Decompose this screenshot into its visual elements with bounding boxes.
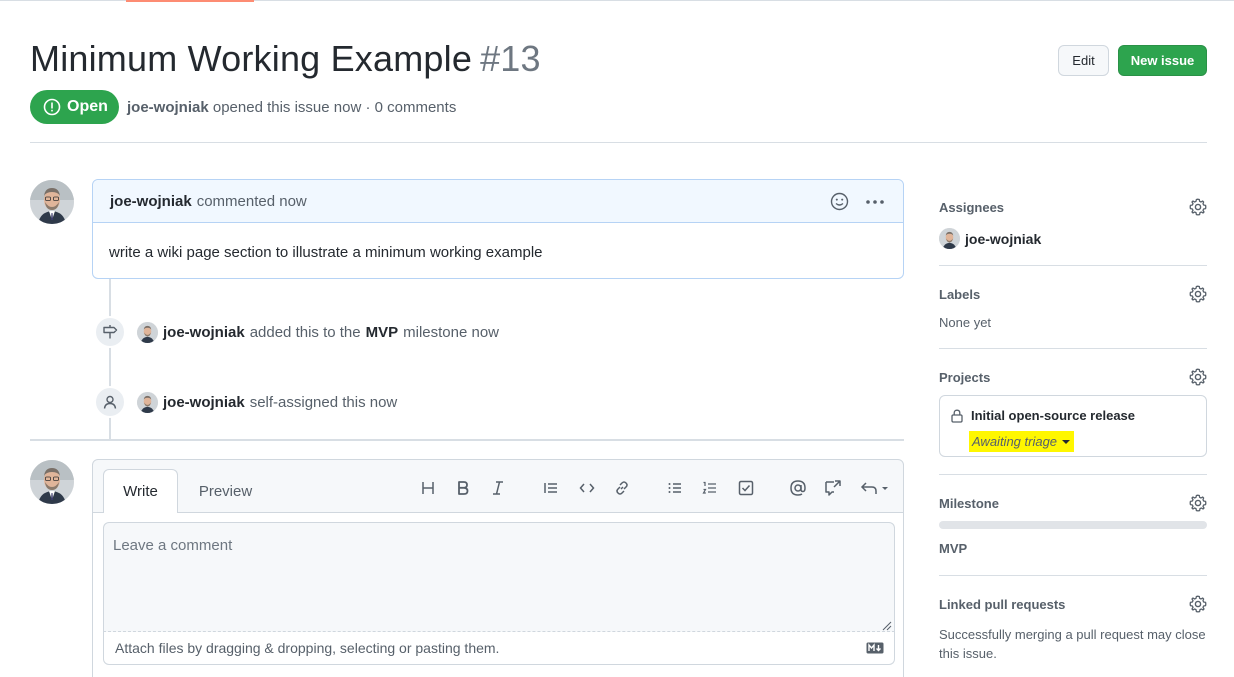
caret-down-icon <box>1062 439 1071 444</box>
header-divider <box>30 142 1207 143</box>
avatar[interactable] <box>30 460 74 504</box>
issue-meta-text: opened this issue now · 0 comments <box>212 99 457 116</box>
gear-icon[interactable] <box>1189 368 1207 386</box>
sidebar-projects: Projects <box>939 368 1207 386</box>
gear-icon[interactable] <box>1189 595 1207 613</box>
comment-body: write a wiki page section to illustrate … <box>109 244 543 261</box>
milestone-title: Milestone <box>939 496 999 511</box>
sidebar-labels: Labels None yet <box>939 285 1207 330</box>
labels-value: None yet <box>939 315 992 330</box>
linked-prs-text: Successfully merging a pull request may … <box>939 627 1206 661</box>
milestone-value-wrap: MVP <box>939 541 1207 556</box>
milestone-link[interactable]: MVP <box>366 324 399 341</box>
numbered-list-icon[interactable] <box>699 477 721 499</box>
timeline-text: self-assigned this now <box>249 394 398 411</box>
comment-time[interactable]: commented now <box>197 193 307 210</box>
mention-icon[interactable] <box>787 477 809 499</box>
attach-text: Attach files by dragging & dropping, sel… <box>115 640 500 656</box>
person-icon <box>103 395 117 409</box>
milestone-link[interactable]: MVP <box>939 541 1207 556</box>
avatar <box>939 228 960 249</box>
projects-title: Projects <box>939 370 991 385</box>
comment-actions <box>830 192 885 211</box>
user-avatar-image <box>137 392 158 413</box>
assignee-name: joe-wojniak <box>965 230 1042 247</box>
status-label: Open <box>67 98 108 115</box>
assignees-title: Assignees <box>939 200 1005 215</box>
code-icon[interactable] <box>576 477 598 499</box>
issue-title: Minimum Working Example #13 <box>30 38 541 80</box>
timeline-actor-link[interactable]: joe-wojniak <box>163 324 245 341</box>
timeline-item-milestone: joe-wojniak added this to the MVP milest… <box>137 322 499 343</box>
link-icon[interactable] <box>611 477 633 499</box>
gear-icon[interactable] <box>1189 198 1207 216</box>
project-card: Initial open-source release Awaiting tri… <box>939 395 1207 457</box>
quote-icon[interactable] <box>540 477 562 499</box>
project-name-text: Initial open-source release <box>971 408 1136 423</box>
markdown-icon[interactable] <box>866 642 884 654</box>
task-list-icon[interactable] <box>735 477 757 499</box>
user-avatar-image <box>939 228 960 249</box>
reply-icon[interactable] <box>859 477 891 499</box>
comment-author-link[interactable]: joe-wojniak <box>110 193 192 210</box>
milestone-icon <box>103 325 118 339</box>
sidebar-milestone: Milestone <box>939 494 1207 512</box>
avatar[interactable] <box>137 322 158 343</box>
resize-handle-icon[interactable] <box>882 621 892 631</box>
issue-author-link[interactable]: joe-wojniak <box>127 99 209 116</box>
sidebar-divider <box>939 348 1207 349</box>
comment-textarea[interactable]: Leave a comment <box>103 522 895 632</box>
comment-editor: Write Preview Leave a comment Attach fil… <box>92 459 904 677</box>
sidebar-linked-prs: Linked pull requests Successfully mergin… <box>939 595 1207 663</box>
milestone-progress-bar <box>939 521 1207 529</box>
linked-prs-title: Linked pull requests <box>939 597 1066 612</box>
issue-opened-icon <box>43 98 61 116</box>
labels-title: Labels <box>939 287 981 302</box>
user-avatar-image <box>30 180 74 224</box>
avatar[interactable] <box>137 392 158 413</box>
avatar[interactable] <box>30 180 74 224</box>
file-attachment-bar[interactable]: Attach files by dragging & dropping, sel… <box>103 632 895 665</box>
timeline-actor-link[interactable]: joe-wojniak <box>163 394 245 411</box>
active-tab-indicator <box>126 0 254 2</box>
issue-title-text: Minimum Working Example <box>30 38 473 79</box>
issue-number: #13 <box>480 38 541 79</box>
gear-icon[interactable] <box>1189 494 1207 512</box>
heading-icon[interactable] <box>417 477 439 499</box>
editor-body: Leave a comment Attach files by dragging… <box>93 512 903 677</box>
sidebar-divider <box>939 474 1207 475</box>
issue-comment: joe-wojniak commented now write a wiki p… <box>92 179 904 279</box>
timeline-text: added this to the <box>249 324 361 341</box>
timeline-text: milestone now <box>403 324 500 341</box>
bulleted-list-icon[interactable] <box>664 477 686 499</box>
status-badge: Open <box>30 90 119 124</box>
timeline-badge <box>94 386 126 418</box>
tab-preview[interactable]: Preview <box>188 469 263 513</box>
reference-icon[interactable] <box>822 477 844 499</box>
bold-icon[interactable] <box>452 477 474 499</box>
tab-write[interactable]: Write <box>103 469 178 513</box>
new-issue-button[interactable]: New issue <box>1118 45 1207 76</box>
sidebar-divider <box>939 265 1207 266</box>
timeline-badge <box>94 316 126 348</box>
timeline-divider <box>30 439 904 441</box>
smiley-icon[interactable] <box>830 192 849 211</box>
project-status-dropdown[interactable]: Awaiting triage <box>969 431 1075 452</box>
kebab-horizontal-icon[interactable] <box>865 199 885 205</box>
comment-header: joe-wojniak commented now <box>93 180 903 223</box>
project-name[interactable]: Initial open-source release <box>951 408 1135 423</box>
lock-icon <box>951 409 963 423</box>
sidebar-assignees: Assignees joe-wojniak <box>939 198 1207 249</box>
italic-icon[interactable] <box>487 477 509 499</box>
sidebar-divider <box>939 575 1207 576</box>
user-avatar-image <box>30 460 74 504</box>
user-avatar-image <box>137 322 158 343</box>
assignee-item[interactable]: joe-wojniak <box>939 228 1207 249</box>
timeline-item-assigned: joe-wojniak self-assigned this now <box>137 392 397 413</box>
gear-icon[interactable] <box>1189 285 1207 303</box>
project-status-text: Awaiting triage <box>972 434 1058 449</box>
edit-button[interactable]: Edit <box>1058 45 1109 76</box>
issue-meta: joe-wojniak opened this issue now · 0 co… <box>127 99 456 116</box>
